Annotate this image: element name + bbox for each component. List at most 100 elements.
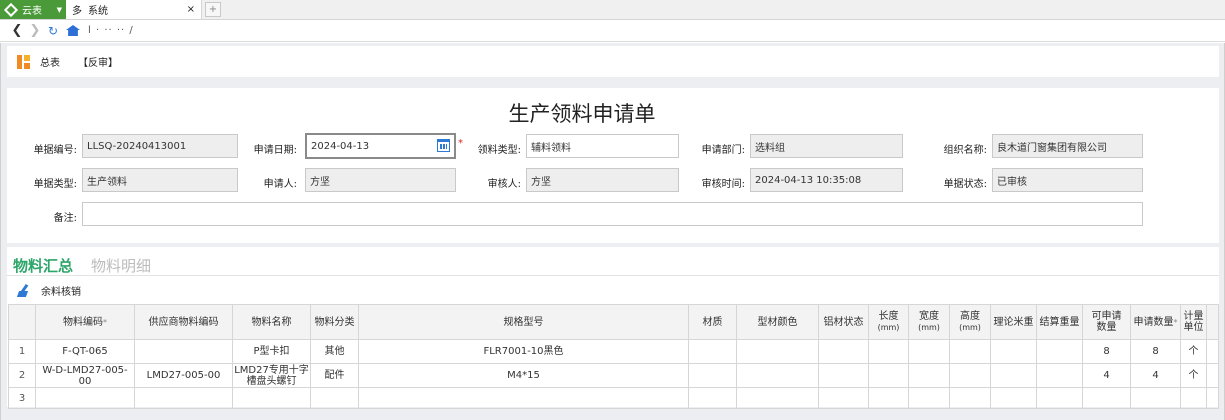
page-tab-system[interactable]: 多 系统 × <box>66 0 202 19</box>
header-material-category[interactable]: 物料分类 <box>310 304 359 340</box>
cell-theory-weight[interactable] <box>990 387 1037 409</box>
cell-width[interactable] <box>908 339 950 364</box>
cell-theory-weight[interactable] <box>990 363 1037 388</box>
header-unit[interactable]: 计量 单位 <box>1180 304 1207 340</box>
material-type-field[interactable]: 辅料领料 <box>526 134 679 158</box>
auditor-field: 方坚 <box>526 168 679 192</box>
reverse-audit-button[interactable]: 【反审】 <box>78 54 118 69</box>
cell-material[interactable] <box>688 363 737 388</box>
cell-supplier-code[interactable] <box>134 339 233 364</box>
cell-length[interactable] <box>868 387 909 409</box>
table-row[interactable]: 2 W-D-LMD27-005-00 LMD27-005-00 LMD27专用十… <box>8 363 1219 388</box>
cell-al-state[interactable] <box>818 339 869 364</box>
calendar-icon[interactable] <box>437 139 450 152</box>
cell-color[interactable] <box>736 363 819 388</box>
cell-category[interactable]: 配件 <box>310 363 359 388</box>
cell-material-code[interactable]: W-D-LMD27-005-00 <box>35 363 135 388</box>
cell-unit[interactable]: 个 <box>1180 339 1207 364</box>
cell-height[interactable] <box>949 363 991 388</box>
address-text[interactable]: l · ·· ·· / <box>88 25 134 36</box>
cell-width[interactable] <box>908 387 950 409</box>
cell-settle-weight[interactable] <box>1036 363 1083 388</box>
header-material[interactable]: 材质 <box>688 304 737 340</box>
applicant-label: 申请人: <box>263 179 297 190</box>
cell-settle-weight[interactable] <box>1036 339 1083 364</box>
forward-arrow-icon[interactable]: ❯ <box>26 23 44 38</box>
cell-material[interactable] <box>688 339 737 364</box>
cell-overflow <box>1206 387 1219 409</box>
refresh-icon[interactable]: ↻ <box>44 24 62 38</box>
table-row[interactable]: 1 F-QT-065 P型卡扣 其他 FLR7001-10黑色 8 8 个 <box>8 339 1219 364</box>
tab-divider <box>7 275 1219 276</box>
header-material-name[interactable]: 物料名称 <box>232 304 311 340</box>
cell-material-name[interactable] <box>232 387 311 409</box>
remark-field[interactable] <box>82 202 1143 226</box>
cell-unit[interactable]: 个 <box>1180 363 1207 388</box>
new-tab-button[interactable]: + <box>205 2 221 17</box>
cell-length[interactable] <box>868 363 909 388</box>
app-menu-tab[interactable]: 云表 ▼ <box>0 0 66 19</box>
caret-down-icon[interactable]: ▼ <box>57 6 62 14</box>
table-header-row: 物料编码* 供应商物料编码 物料名称 物料分类 规格型号 材质 型材颜色 铝材状… <box>8 304 1219 340</box>
header-profile-color[interactable]: 型材颜色 <box>736 304 819 340</box>
cell-category[interactable] <box>310 387 359 409</box>
cell-al-state[interactable] <box>818 363 869 388</box>
cell-color[interactable] <box>736 387 819 409</box>
cell-spec[interactable]: M4*15 <box>358 363 689 388</box>
cell-material-name[interactable]: P型卡扣 <box>232 339 311 364</box>
header-supplier-code[interactable]: 供应商物料编码 <box>134 304 233 340</box>
header-apply-qty[interactable]: 申请数量* <box>1130 304 1181 340</box>
home-icon[interactable] <box>66 25 80 36</box>
cell-apply-qty[interactable]: 8 <box>1130 339 1181 364</box>
cell-material-name[interactable]: LMD27专用十字 槽盘头螺钉 <box>232 363 311 388</box>
cell-spec[interactable] <box>358 387 689 409</box>
cell-material[interactable] <box>688 387 737 409</box>
cell-spec[interactable]: FLR7001-10黑色 <box>358 339 689 364</box>
cell-material-code[interactable] <box>35 387 135 409</box>
clear-remaining-button[interactable]: 余料核销 <box>16 283 81 298</box>
cell-apply-qty[interactable]: 4 <box>1130 363 1181 388</box>
cell-apply-qty[interactable] <box>1130 387 1181 409</box>
cell-material-code[interactable]: F-QT-065 <box>35 339 135 364</box>
doc-status-label: 单据状态: <box>943 179 987 190</box>
summary-table-icon[interactable] <box>17 54 30 69</box>
cell-available-qty[interactable] <box>1082 387 1131 409</box>
cell-supplier-code[interactable] <box>134 387 233 409</box>
apply-dept-field: 选料组 <box>750 134 903 158</box>
header-length[interactable]: 长度 (mm) <box>868 304 909 340</box>
cell-length[interactable] <box>868 339 909 364</box>
cell-settle-weight[interactable] <box>1036 387 1083 409</box>
org-field: 良木道门窗集团有限公司 <box>992 134 1143 158</box>
tab-material-detail[interactable]: 物料明细 <box>91 255 151 276</box>
header-settle-weight[interactable]: 结算重量 <box>1036 304 1083 340</box>
cell-overflow <box>1206 363 1219 388</box>
header-spec[interactable]: 规格型号 <box>358 304 689 340</box>
table-row[interactable]: 3 <box>8 387 1219 409</box>
cell-height[interactable] <box>949 339 991 364</box>
cell-theory-weight[interactable] <box>990 339 1037 364</box>
header-material-code[interactable]: 物料编码* <box>35 304 135 340</box>
header-al-state[interactable]: 铝材状态 <box>818 304 869 340</box>
cell-color[interactable] <box>736 339 819 364</box>
close-tab-icon[interactable]: × <box>187 4 195 15</box>
apply-date-field[interactable]: 2024-04-13 <box>305 133 456 159</box>
cell-height[interactable] <box>949 387 991 409</box>
cell-al-state[interactable] <box>818 387 869 409</box>
doc-status-field: 已审核 <box>992 168 1143 192</box>
cell-width[interactable] <box>908 363 950 388</box>
back-arrow-icon[interactable]: ❮ <box>8 23 26 38</box>
header-available-qty[interactable]: 可申请 数量 <box>1082 304 1131 340</box>
header-height[interactable]: 高度 (mm) <box>949 304 991 340</box>
header-theory-weight[interactable]: 理论米重 <box>990 304 1037 340</box>
cell-available-qty[interactable]: 4 <box>1082 363 1131 388</box>
page-tab-title: 系统 <box>88 6 108 17</box>
tab-material-summary[interactable]: 物料汇总 <box>13 255 73 276</box>
cell-category[interactable]: 其他 <box>310 339 359 364</box>
doc-type-field: 生产领料 <box>82 168 238 192</box>
toolbar: 总表 【反审】 <box>7 46 1219 77</box>
cell-unit[interactable] <box>1180 387 1207 409</box>
cell-available-qty[interactable]: 8 <box>1082 339 1131 364</box>
summary-button[interactable]: 总表 <box>40 54 60 69</box>
cell-supplier-code[interactable]: LMD27-005-00 <box>134 363 233 388</box>
header-width[interactable]: 宽度 (mm) <box>908 304 950 340</box>
